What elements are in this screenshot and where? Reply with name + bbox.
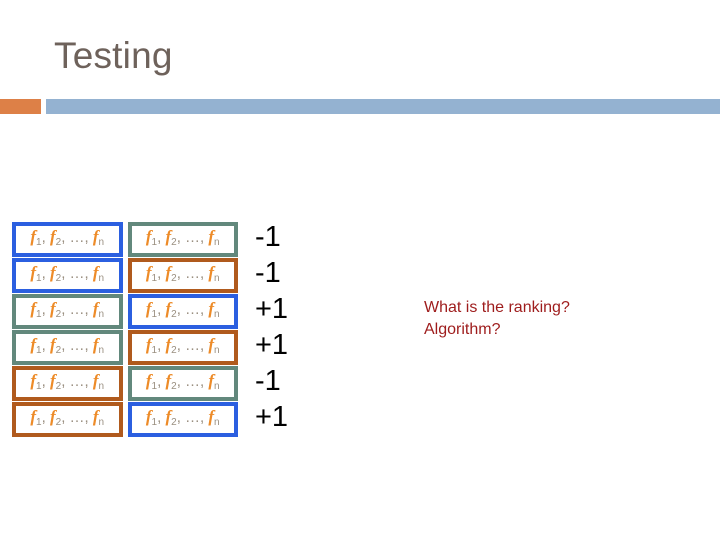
class-label-value: +1 — [255, 293, 289, 325]
feature-vector-label: f1, f2, …, fn — [30, 227, 105, 248]
feature-vector-cell[interactable]: f1, f2, …, fn — [127, 222, 238, 257]
accent-bar-blue — [46, 99, 720, 114]
feature-vector-label: f1, f2, …, fn — [145, 407, 220, 428]
table-row: f1, f2, …, fn f1, f2, …, fn — [12, 294, 238, 329]
feature-vector-cell[interactable]: f1, f2, …, fn — [12, 222, 123, 257]
feature-vector-label: f1, f2, …, fn — [30, 371, 105, 392]
class-label-value: -1 — [255, 365, 281, 397]
feature-vector-label: f1, f2, …, fn — [30, 407, 105, 428]
table-row: f1, f2, …, fn f1, f2, …, fn — [12, 330, 238, 365]
feature-vector-label: f1, f2, …, fn — [145, 335, 220, 356]
feature-vector-cell[interactable]: f1, f2, …, fn — [127, 258, 238, 293]
title-divider — [0, 99, 720, 114]
class-label-value: -1 — [255, 221, 281, 253]
feature-vector-cell[interactable]: f1, f2, …, fn — [12, 402, 123, 437]
question-note-line: Algorithm? — [424, 321, 501, 338]
feature-vector-cell[interactable]: f1, f2, …, fn — [12, 294, 123, 329]
feature-vector-label: f1, f2, …, fn — [145, 227, 220, 248]
feature-vector-cell[interactable]: f1, f2, …, fn — [12, 258, 123, 293]
table-row: f1, f2, …, fn f1, f2, …, fn — [12, 258, 238, 293]
feature-vector-label: f1, f2, …, fn — [30, 299, 105, 320]
feature-vector-cell[interactable]: f1, f2, …, fn — [127, 294, 238, 329]
table-row: f1, f2, …, fn f1, f2, …, fn — [12, 222, 238, 257]
class-label-value: -1 — [255, 257, 281, 289]
feature-vector-label: f1, f2, …, fn — [145, 299, 220, 320]
question-note: What is the ranking? Algorithm? — [424, 297, 570, 341]
feature-vector-label: f1, f2, …, fn — [30, 263, 105, 284]
feature-vector-label: f1, f2, …, fn — [145, 371, 220, 392]
class-label-value: +1 — [255, 401, 289, 433]
table-row: f1, f2, …, fn f1, f2, …, fn — [12, 402, 238, 437]
feature-vector-cell[interactable]: f1, f2, …, fn — [127, 402, 238, 437]
feature-vector-table: f1, f2, …, fn f1, f2, …, fn f1, f2, …, fn f… — [12, 222, 238, 438]
feature-vector-cell[interactable]: f1, f2, …, fn — [127, 330, 238, 365]
page-title: Testing — [54, 35, 173, 76]
class-label-value: +1 — [255, 329, 289, 361]
feature-vector-cell[interactable]: f1, f2, …, fn — [127, 366, 238, 401]
label-column: -1 -1 +1 +1 -1 +1 — [255, 219, 288, 435]
question-note-line: What is the ranking? — [424, 299, 570, 316]
feature-vector-cell[interactable]: f1, f2, …, fn — [12, 330, 123, 365]
feature-vector-label: f1, f2, …, fn — [30, 335, 105, 356]
table-row: f1, f2, …, fn f1, f2, …, fn — [12, 366, 238, 401]
feature-vector-label: f1, f2, …, fn — [145, 263, 220, 284]
accent-bar-orange — [0, 99, 41, 114]
feature-vector-cell[interactable]: f1, f2, …, fn — [12, 366, 123, 401]
